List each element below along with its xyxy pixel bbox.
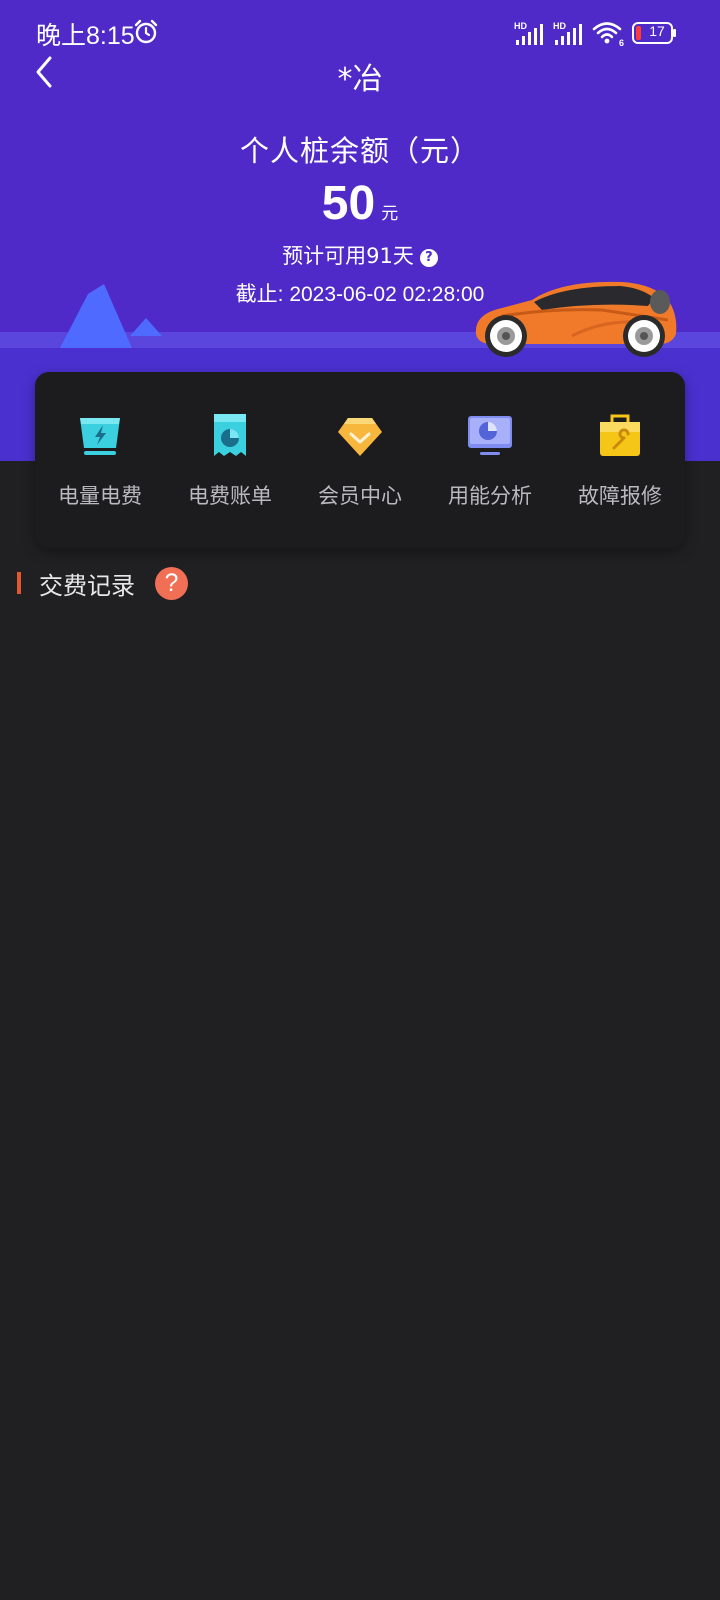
signal-1-label: HD [514, 21, 527, 31]
wifi-icon: 6 [592, 22, 624, 47]
menu-item-energy-analysis[interactable]: 用能分析 [425, 372, 555, 548]
page-title: *冶 [337, 62, 383, 97]
battery-charge-icon [80, 418, 120, 455]
feature-menu-card: 电量电费 电费账单 会员中心 用能分析 故障报修 [35, 372, 685, 548]
car-illustration [475, 281, 677, 357]
balance-unit: 元 [381, 204, 399, 224]
days-text: 预计可用91天 [282, 244, 414, 268]
menu-label: 会员中心 [318, 484, 402, 508]
diamond-icon [338, 418, 382, 456]
balance-value: 50 [321, 177, 376, 230]
menu-label: 电量电费 [58, 484, 142, 508]
balance-amount: 50 元 [0, 176, 720, 231]
menu-item-power-fee[interactable]: 电量电费 [35, 372, 165, 548]
menu-item-repair[interactable]: 故障报修 [555, 372, 685, 548]
help-icon[interactable]: ? [419, 249, 438, 267]
menu-label: 故障报修 [578, 484, 662, 508]
menu-item-bill[interactable]: 电费账单 [165, 372, 295, 548]
menu-label: 电费账单 [188, 484, 272, 508]
status-bar: 晚上8:15 HD HD 6 17 [0, 0, 720, 62]
battery-level: 17 [649, 23, 665, 39]
help-icon[interactable]: ? [155, 567, 188, 600]
menu-label: 用能分析 [448, 484, 532, 508]
mountains-illustration [60, 284, 162, 348]
monitor-chart-icon [468, 416, 512, 455]
signal-icon: HD [553, 21, 582, 45]
signal-2-label: HD [553, 21, 566, 31]
balance-label: 个人桩余额（元） [239, 134, 480, 168]
status-time: 晚上8:15 [36, 22, 135, 50]
menu-item-membership[interactable]: 会员中心 [295, 372, 425, 548]
wifi-label: 6 [619, 38, 624, 47]
section-accent-bar [17, 572, 21, 594]
bill-icon [214, 414, 246, 456]
toolbox-icon [600, 414, 640, 456]
signal-icon: HD [514, 21, 543, 45]
section-title: 交费记录 [39, 572, 135, 600]
alarm-icon [134, 19, 158, 44]
days-remaining: 预计可用91天? [0, 240, 720, 270]
